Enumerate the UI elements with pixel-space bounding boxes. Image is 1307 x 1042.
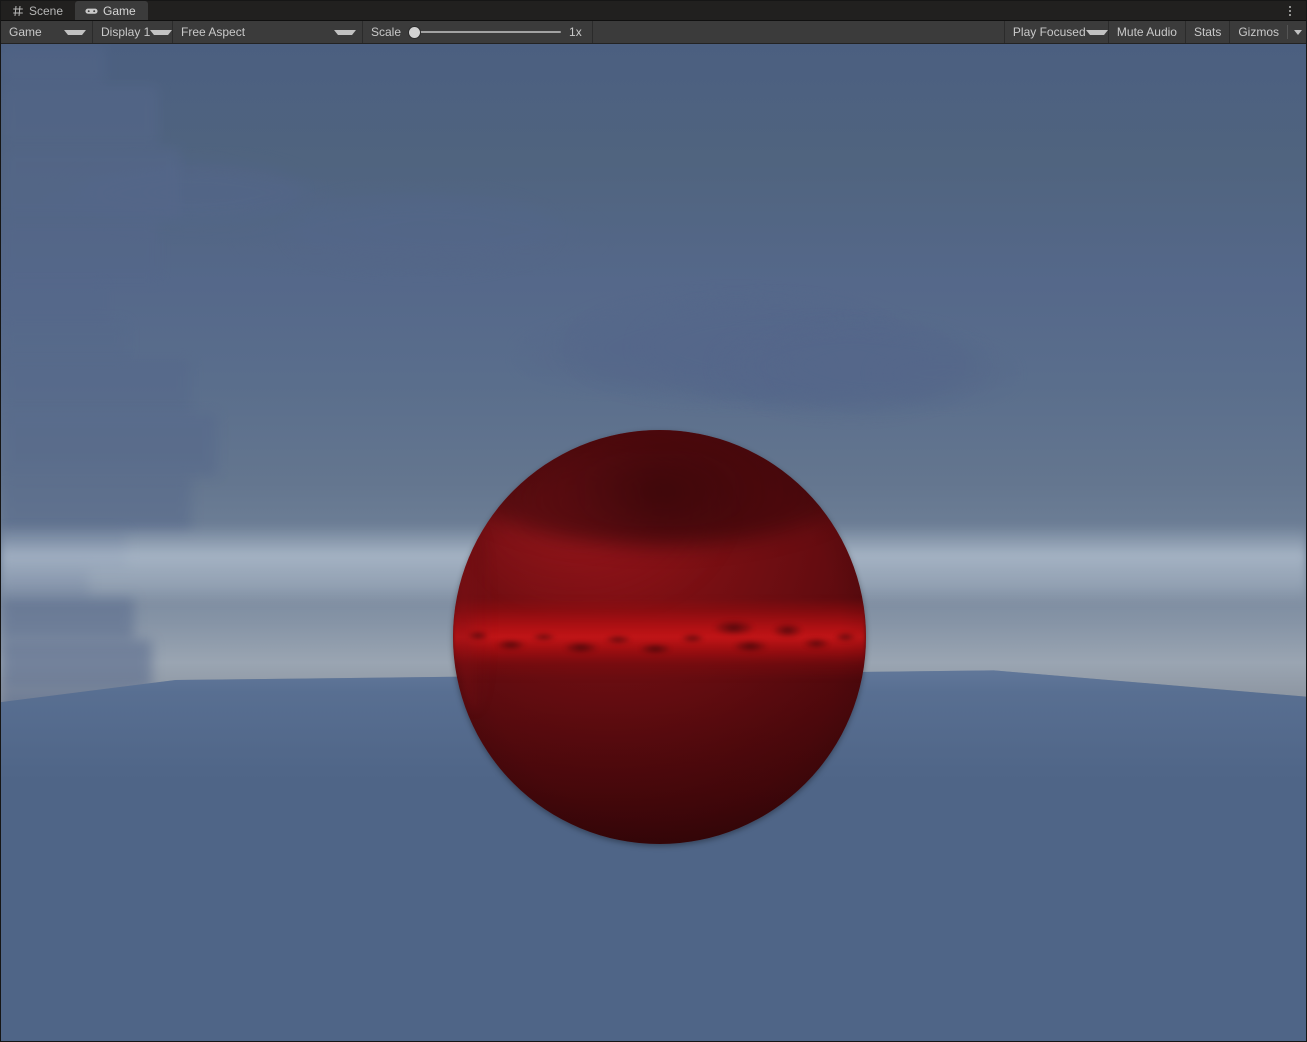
kebab-dot	[1289, 9, 1291, 12]
mute-audio-button[interactable]: Mute Audio	[1109, 21, 1186, 43]
stats-button[interactable]: Stats	[1186, 21, 1231, 43]
aspect-ratio-dropdown[interactable]: Free Aspect	[173, 21, 363, 43]
gizmos-divider	[1287, 25, 1288, 39]
scale-slider[interactable]	[409, 25, 562, 39]
red-sphere	[453, 430, 866, 844]
kebab-menu-icon[interactable]	[1280, 1, 1300, 20]
chevron-down-icon	[1294, 29, 1302, 35]
cloud-puff	[1, 84, 160, 148]
cloud-puff	[1, 412, 217, 476]
toolbar-spacer	[593, 21, 1005, 43]
grid-icon	[11, 4, 24, 17]
target-display-dropdown[interactable]: Game	[1, 21, 93, 43]
cloud-puff	[1, 475, 191, 531]
tab-bar: Scene Game	[1, 1, 1306, 21]
cloud-puff	[1, 147, 181, 219]
play-mode-dropdown[interactable]: Play Focused	[1005, 21, 1109, 43]
cloud-puff	[1, 281, 106, 322]
chevron-down-icon	[150, 29, 173, 35]
cloud-puff	[449, 214, 601, 258]
display-dropdown[interactable]: Display 1	[93, 21, 173, 43]
kebab-dot	[1289, 5, 1291, 8]
game-view-toolbar: Game Display 1 Free Aspect Scale 1x Play	[1, 21, 1306, 44]
cloud-puff	[1, 321, 127, 358]
tab-game[interactable]: Game	[75, 1, 148, 20]
scale-label: Scale	[371, 25, 402, 39]
game-render-view[interactable]	[1, 44, 1306, 1041]
display-label: Display 1	[101, 25, 151, 39]
cloud-puff	[1, 218, 160, 282]
kebab-dot	[1289, 13, 1291, 16]
cloud-puff	[1, 639, 153, 691]
target-display-label: Game	[9, 25, 42, 39]
scale-slider-track	[409, 31, 562, 33]
mute-audio-label: Mute Audio	[1116, 25, 1177, 39]
chevron-down-icon	[334, 29, 356, 35]
gizmos-button[interactable]: Gizmos	[1230, 21, 1306, 43]
cloud-puff	[1, 44, 106, 85]
stats-label: Stats	[1193, 25, 1222, 39]
cloud-puff	[876, 348, 1011, 399]
sphere-rim-shading	[453, 430, 866, 844]
chevron-down-icon	[64, 29, 86, 35]
cloud-puff	[1, 357, 191, 413]
scale-control: Scale 1x	[363, 21, 593, 43]
gamepad-icon	[85, 4, 98, 17]
unity-game-window: Scene Game Game Display 1 Free Aspect Sc…	[0, 0, 1307, 1042]
aspect-ratio-label: Free Aspect	[181, 25, 246, 39]
chevron-down-icon	[1085, 29, 1108, 35]
tab-scene-label: Scene	[29, 3, 64, 18]
scale-slider-handle[interactable]	[409, 26, 421, 38]
gizmos-label: Gizmos	[1238, 25, 1279, 39]
tab-game-label: Game	[103, 3, 136, 18]
tab-scene[interactable]: Scene	[1, 1, 75, 20]
scale-value: 1x	[569, 25, 582, 39]
play-mode-label: Play Focused	[1012, 25, 1086, 39]
